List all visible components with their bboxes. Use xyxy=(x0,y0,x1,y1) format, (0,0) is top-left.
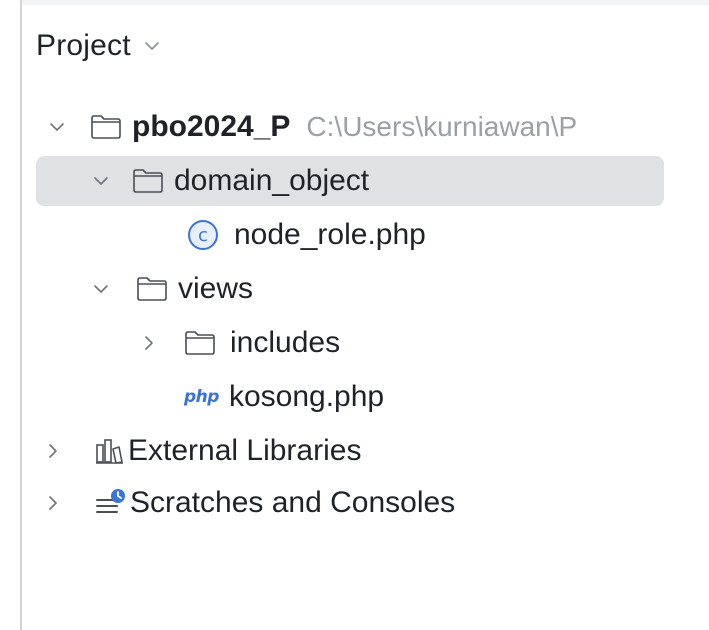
folder-icon xyxy=(90,114,122,140)
chevron-right-icon[interactable] xyxy=(42,440,64,462)
chevron-down-icon[interactable] xyxy=(46,116,68,138)
tree-item-domain-object[interactable]: domain_object xyxy=(36,156,664,206)
library-icon xyxy=(94,437,124,465)
chevron-down-icon[interactable] xyxy=(90,170,112,192)
tree-item-label: domain_object xyxy=(174,164,370,197)
scratches-icon xyxy=(94,488,126,518)
tree-item-label: includes xyxy=(230,326,341,359)
chevron-right-icon[interactable] xyxy=(42,492,64,514)
project-tool-window xyxy=(0,0,709,630)
folder-icon xyxy=(132,168,164,194)
tree-item-label: External Libraries xyxy=(128,434,362,467)
chevron-down-icon[interactable] xyxy=(90,278,112,300)
chevron-down-icon[interactable] xyxy=(143,37,161,55)
folder-icon xyxy=(184,330,216,356)
project-path: C:\Users\kurniawan\P xyxy=(306,111,578,142)
class-icon-letter: c xyxy=(198,225,208,246)
tree-item-scratches[interactable]: Scratches and Consoles xyxy=(42,478,455,528)
tree-item-node-role[interactable]: c node_role.php xyxy=(186,210,426,260)
tree-item-label: pbo2024_P xyxy=(132,110,291,143)
chevron-right-icon[interactable] xyxy=(138,332,160,354)
tree-item-label: views xyxy=(178,272,254,305)
tree-item-label: node_role.php xyxy=(234,218,426,251)
project-title[interactable]: Project xyxy=(36,29,131,63)
tree-item-external-libraries[interactable]: External Libraries xyxy=(42,426,361,476)
tree-item-includes[interactable]: includes xyxy=(138,318,340,368)
class-icon: c xyxy=(186,218,220,252)
project-view-header[interactable]: Project xyxy=(36,26,161,66)
php-file-icon: php xyxy=(184,387,219,407)
window-left-border xyxy=(20,0,22,630)
folder-icon xyxy=(136,276,168,302)
tree-item-label: Scratches and Consoles xyxy=(130,486,456,519)
window-top-strip xyxy=(22,0,709,5)
tree-item-project-root[interactable]: pbo2024_P C:\Users\kurniawan\P xyxy=(46,102,577,152)
tree-item-kosong[interactable]: php kosong.php xyxy=(184,372,384,422)
tree-item-label: kosong.php xyxy=(228,380,385,413)
tree-item-views[interactable]: views xyxy=(90,264,253,314)
